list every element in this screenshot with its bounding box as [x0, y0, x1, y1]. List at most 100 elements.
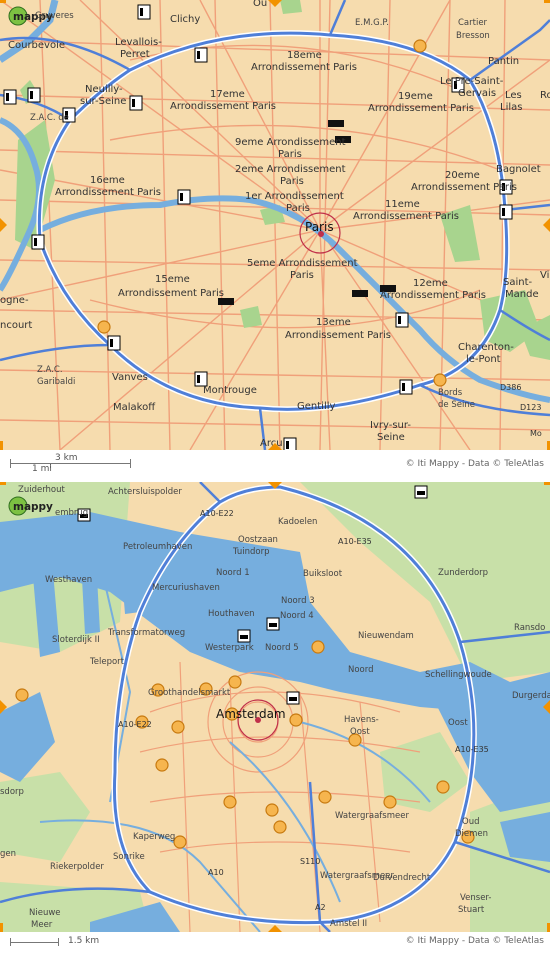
pan-east-arrow[interactable] — [543, 218, 550, 232]
place-label-a20_2: Arrondissement Paris — [411, 182, 517, 193]
ferry-icon-glyph — [269, 623, 277, 627]
pan-east-arrow[interactable] — [543, 700, 550, 714]
pan-west-arrow[interactable] — [0, 218, 7, 232]
paris-map-panel: mappy Gruveres Courbevoie Levallois- Perret… — [0, 0, 550, 478]
train-icon[interactable] — [328, 120, 344, 127]
place-label-malakoff: Malakoff — [113, 402, 156, 413]
place-label-ou: Ou — [253, 0, 267, 9]
speed-camera-icon[interactable] — [3, 89, 17, 105]
place-label-achtersluis: Achtersluispolder — [108, 487, 182, 497]
speed-camera-icon-glyph — [197, 375, 200, 383]
place-label-watergraafsmeer1: Watergraafsmeer — [335, 811, 409, 821]
place-label-duivendrecht: Duivendrecht — [373, 873, 431, 883]
attraction-icon[interactable] — [383, 795, 397, 809]
place-label-noord5: Noord 5 — [265, 643, 299, 653]
amsterdam-map[interactable]: mappy Zuiderhout Achtersluispolder embrug K… — [0, 482, 550, 932]
place-label-nieuwendam: Nieuwendam — [358, 631, 414, 641]
amsterdam-footer: 1.5 km © Iti Mappy - Data © TeleAtlas — [0, 934, 550, 956]
place-label-vi: Vi — [540, 270, 549, 281]
place-label-sloterdijk: Sloterdijk II — [52, 635, 100, 645]
amsterdam-scale-bar: 1.5 km — [10, 936, 135, 954]
pan-north-arrow[interactable] — [268, 0, 282, 7]
attraction-icon[interactable] — [289, 713, 303, 727]
place-label-pres1: Le Pre-Saint- — [440, 76, 504, 87]
place-label-houthaven: Houthaven — [208, 609, 255, 619]
speed-camera-icon[interactable] — [194, 371, 208, 387]
attraction-icon[interactable] — [15, 688, 29, 702]
pan-south-arrow[interactable] — [268, 443, 282, 450]
place-label-lilas1: Les — [505, 90, 522, 101]
paris-map[interactable]: mappy Gruveres Courbevoie Levallois- Perret… — [0, 0, 550, 450]
place-label-zunderdorp: Zunderdorp — [438, 568, 488, 578]
attraction-icon[interactable] — [433, 373, 447, 387]
place-label-nieuwe1: Nieuwe — [29, 908, 61, 918]
speed-camera-icon-glyph — [140, 8, 143, 16]
place-label-ogne2: ncourt — [0, 320, 32, 331]
place-label-transformator: Transformatorweg — [107, 628, 185, 638]
speed-camera-icon[interactable] — [499, 204, 513, 220]
attraction-icon[interactable] — [228, 675, 242, 689]
speed-camera-icon[interactable] — [129, 95, 143, 111]
pan-south-arrow[interactable] — [268, 925, 282, 932]
place-label-zac2_1: Z.A.C. — [37, 365, 63, 375]
place-label-ransdo: Ransdo — [514, 623, 545, 633]
place-label-oud2: Diemen — [455, 829, 488, 839]
place-label-a15_1: 15eme — [155, 274, 190, 285]
place-label-a2_2: Paris — [280, 176, 304, 187]
speed-camera-icon[interactable] — [27, 87, 41, 103]
amsterdam-map-canvas[interactable]: mappy Zuiderhout Achtersluispolder embrug K… — [0, 482, 550, 932]
place-label-levallois2: Perret — [120, 49, 150, 60]
corner-tl — [0, 482, 6, 485]
train-icon[interactable] — [218, 298, 234, 305]
attraction-icon[interactable] — [273, 820, 287, 834]
speed-camera-icon-glyph — [30, 91, 33, 99]
train-icon[interactable] — [352, 290, 368, 297]
pan-west-arrow[interactable] — [0, 700, 7, 714]
place-label-petroleum: Petroleumhaven — [123, 542, 192, 552]
ferry-icon-glyph — [240, 635, 248, 639]
attraction-icon[interactable] — [223, 795, 237, 809]
place-label-emgp: E.M.G.P. — [355, 18, 389, 28]
attraction-icon[interactable] — [436, 780, 450, 794]
corner-tr — [544, 0, 550, 3]
place-label-havens1: Havens- — [344, 715, 379, 725]
svg-text:mappy: mappy — [13, 501, 53, 513]
place-label-a17_2: Arrondissement Paris — [170, 101, 276, 112]
place-label-oostzaan2: Tuindorp — [232, 547, 270, 557]
attraction-icon[interactable] — [311, 640, 325, 654]
attraction-icon[interactable] — [173, 835, 187, 849]
attraction-icon[interactable] — [171, 720, 185, 734]
speed-camera-icon[interactable] — [107, 335, 121, 351]
place-label-sonrike: Sonrike — [113, 852, 145, 862]
attraction-icon[interactable] — [97, 320, 111, 334]
attraction-icon[interactable] — [155, 758, 169, 772]
attraction-icon[interactable] — [265, 803, 279, 817]
speed-camera-icon[interactable] — [31, 234, 45, 250]
speed-camera-icon[interactable] — [395, 312, 409, 328]
paris-footer: 3 km 1 mi © Iti Mappy - Data © TeleAtlas — [0, 452, 550, 474]
speed-camera-icon[interactable] — [194, 47, 208, 63]
place-label-groothandel: Groothandelsmarkt — [148, 688, 231, 698]
speed-camera-icon[interactable] — [137, 4, 151, 20]
attraction-icon[interactable] — [318, 790, 332, 804]
place-label-a16_1: 16eme — [90, 175, 125, 186]
attraction-icon[interactable] — [413, 39, 427, 53]
place-label-sm2: Mande — [505, 289, 539, 300]
place-label-a12_2: Arrondissement Paris — [380, 290, 486, 301]
place-label-a19_2: Arrondissement Paris — [368, 103, 474, 114]
speed-camera-icon-glyph — [180, 193, 183, 201]
ferry-icon-glyph — [289, 697, 297, 701]
speed-camera-icon[interactable] — [283, 437, 297, 450]
place-label-a5_2: Paris — [290, 270, 314, 281]
place-label-westerpark: Westerpark — [205, 643, 254, 653]
place-label-zac2_2: Garibaldi — [37, 377, 75, 387]
pan-north-arrow[interactable] — [268, 482, 282, 489]
place-label-a18_1: 18eme — [287, 50, 322, 61]
speed-camera-icon[interactable] — [177, 189, 191, 205]
speed-camera-icon[interactable] — [399, 379, 413, 395]
speed-camera-icon-glyph — [286, 441, 289, 449]
place-label-noord3: Noord 3 — [281, 596, 315, 606]
paris-map-canvas[interactable]: mappy GruveresCourbevoie Levallois-Perret… — [0, 0, 550, 450]
speed-camera-icon-glyph — [398, 316, 401, 324]
amsterdam-map-panel: mappy Zuiderhout Achtersluispolder embrug K… — [0, 482, 550, 958]
